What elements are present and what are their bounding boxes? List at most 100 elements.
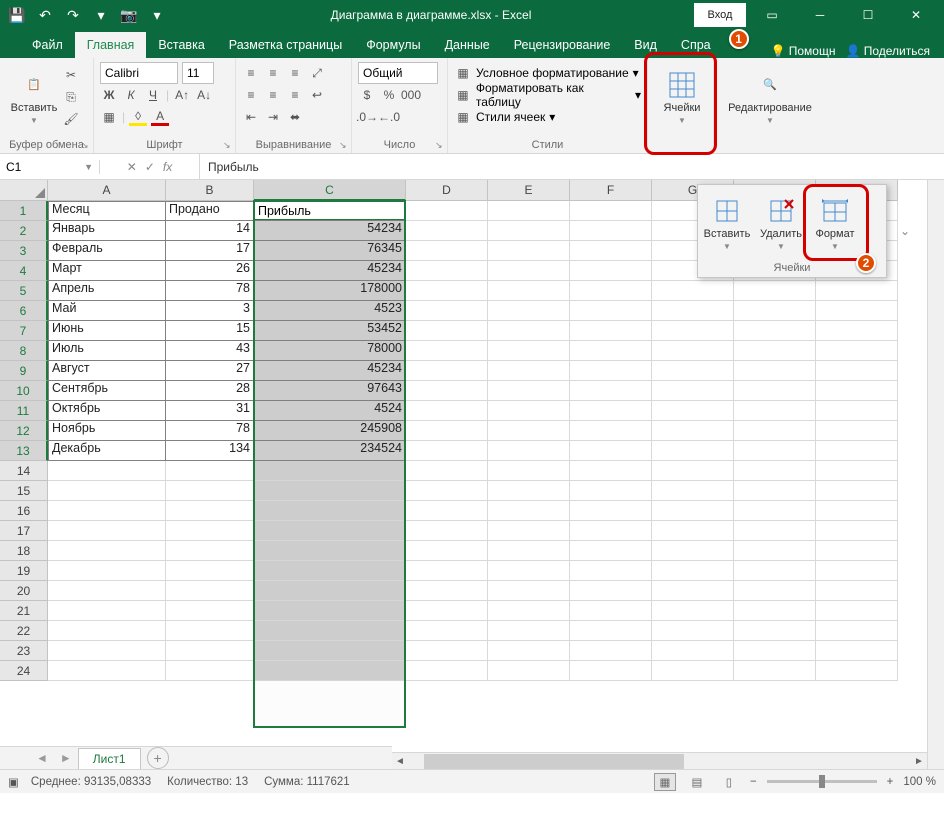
cell[interactable] xyxy=(734,341,816,361)
number-format-select[interactable] xyxy=(358,62,438,84)
cell[interactable] xyxy=(652,361,734,381)
font-size-input[interactable] xyxy=(182,62,214,84)
cell[interactable] xyxy=(652,661,734,681)
font-name-input[interactable] xyxy=(100,62,178,84)
sheet-tab[interactable]: Лист1 xyxy=(78,748,141,769)
cell[interactable] xyxy=(406,501,488,521)
ribbon-display-icon[interactable]: ▭ xyxy=(750,1,794,29)
column-header[interactable]: D xyxy=(406,180,488,201)
row-header[interactable]: 11 xyxy=(0,401,48,421)
cell[interactable] xyxy=(406,301,488,321)
cell[interactable] xyxy=(734,381,816,401)
cell[interactable]: 17 xyxy=(166,241,254,261)
cell[interactable] xyxy=(488,241,570,261)
cell[interactable] xyxy=(816,481,898,501)
cell[interactable]: Декабрь xyxy=(48,441,166,461)
zoom-in-icon[interactable]: + xyxy=(887,776,894,788)
cell[interactable] xyxy=(652,601,734,621)
cell[interactable] xyxy=(734,461,816,481)
underline-icon[interactable]: Ч xyxy=(144,86,162,104)
cell[interactable] xyxy=(734,641,816,661)
cell[interactable] xyxy=(406,601,488,621)
cell[interactable]: 76345 xyxy=(254,241,406,261)
cell[interactable]: 134 xyxy=(166,441,254,461)
row-header[interactable]: 13 xyxy=(0,441,48,461)
cell[interactable]: 54234 xyxy=(254,221,406,241)
cell[interactable] xyxy=(488,561,570,581)
accounting-icon[interactable]: $ xyxy=(358,86,376,104)
cell[interactable] xyxy=(406,341,488,361)
row-header[interactable]: 10 xyxy=(0,381,48,401)
cell[interactable]: Январь xyxy=(48,221,166,241)
cell[interactable] xyxy=(406,461,488,481)
cell[interactable] xyxy=(406,621,488,641)
cell[interactable] xyxy=(406,281,488,301)
row-header[interactable]: 22 xyxy=(0,621,48,641)
cell[interactable] xyxy=(488,341,570,361)
cell[interactable]: 4523 xyxy=(254,301,406,321)
cell[interactable]: 45234 xyxy=(254,261,406,281)
row-header[interactable]: 20 xyxy=(0,581,48,601)
dialog-launcher-icon[interactable]: ↘ xyxy=(435,140,445,150)
cell[interactable]: Апрель xyxy=(48,281,166,301)
cell[interactable] xyxy=(166,601,254,621)
close-icon[interactable]: ✕ xyxy=(894,1,938,29)
cell[interactable] xyxy=(48,581,166,601)
cell[interactable] xyxy=(570,601,652,621)
tab-file[interactable]: Файл xyxy=(20,32,75,58)
font-color-icon[interactable]: A xyxy=(151,108,169,126)
cell[interactable] xyxy=(488,301,570,321)
cell[interactable]: 15 xyxy=(166,321,254,341)
cell[interactable] xyxy=(816,421,898,441)
cell[interactable]: 28 xyxy=(166,381,254,401)
cell[interactable] xyxy=(570,541,652,561)
cell[interactable] xyxy=(652,621,734,641)
align-bottom-icon[interactable]: ≡ xyxy=(286,64,304,82)
share-button[interactable]: 👤 Поделиться xyxy=(845,44,930,58)
maximize-icon[interactable]: ☐ xyxy=(846,1,890,29)
cell[interactable] xyxy=(570,521,652,541)
sheet-nav-next[interactable]: ► xyxy=(54,751,78,765)
cell[interactable] xyxy=(254,481,406,501)
cell[interactable] xyxy=(48,461,166,481)
row-header[interactable]: 15 xyxy=(0,481,48,501)
cell[interactable] xyxy=(734,481,816,501)
cell[interactable] xyxy=(816,581,898,601)
cell[interactable] xyxy=(488,601,570,621)
decrease-font-icon[interactable]: A↓ xyxy=(195,86,213,104)
cell[interactable] xyxy=(816,361,898,381)
camera-icon[interactable]: 📷 xyxy=(118,4,140,26)
delete-cells-button[interactable]: Удалить ▼ xyxy=(754,191,808,255)
cell[interactable] xyxy=(816,641,898,661)
border-icon[interactable]: ▦ xyxy=(100,108,118,126)
redo-icon[interactable]: ↷ xyxy=(62,4,84,26)
row-header[interactable]: 9 xyxy=(0,361,48,381)
column-header[interactable]: A xyxy=(48,180,166,201)
cell[interactable] xyxy=(652,421,734,441)
cell[interactable]: Продано xyxy=(166,201,254,221)
cell[interactable] xyxy=(816,541,898,561)
cell[interactable] xyxy=(406,641,488,661)
italic-icon[interactable]: К xyxy=(122,86,140,104)
cell[interactable] xyxy=(48,661,166,681)
cell[interactable] xyxy=(166,581,254,601)
row-header[interactable]: 7 xyxy=(0,321,48,341)
decrease-indent-icon[interactable]: ⇤ xyxy=(242,108,260,126)
column-header[interactable]: C xyxy=(254,180,406,201)
cell[interactable] xyxy=(48,601,166,621)
cell[interactable]: 45234 xyxy=(254,361,406,381)
cell[interactable] xyxy=(166,561,254,581)
record-macro-icon[interactable]: ▣ xyxy=(8,775,19,789)
cell[interactable]: Прибыль xyxy=(254,201,406,221)
tab-formulas[interactable]: Формулы xyxy=(354,32,432,58)
select-all[interactable] xyxy=(0,180,48,201)
cell[interactable] xyxy=(166,501,254,521)
cell[interactable] xyxy=(652,341,734,361)
cell[interactable] xyxy=(652,581,734,601)
tab-page-layout[interactable]: Разметка страницы xyxy=(217,32,354,58)
cell[interactable]: 78 xyxy=(166,281,254,301)
row-header[interactable]: 3 xyxy=(0,241,48,261)
row-header[interactable]: 19 xyxy=(0,561,48,581)
column-header[interactable]: F xyxy=(570,180,652,201)
cell[interactable]: Август xyxy=(48,361,166,381)
